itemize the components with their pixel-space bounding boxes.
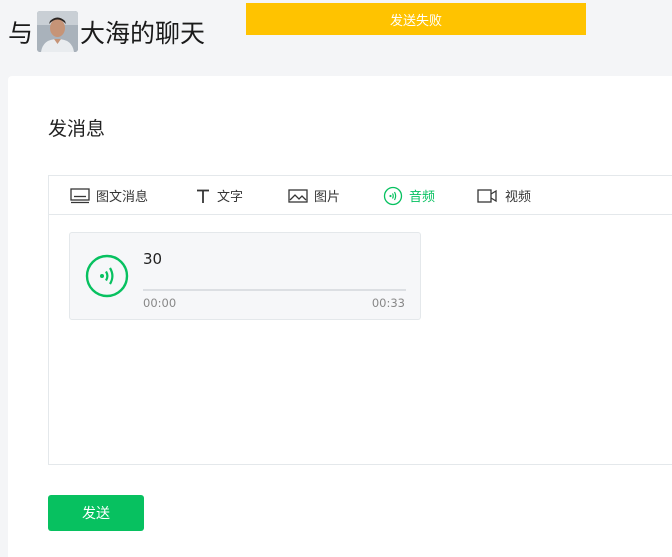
contact-avatar[interactable]: [37, 11, 78, 52]
tab-audio[interactable]: 音频: [383, 176, 435, 215]
tab-label: 音频: [409, 190, 436, 205]
tab-text[interactable]: 文字: [195, 176, 243, 215]
message-editor: 图文消息 文字 图片 音频 视频 30 00:00 00:33: [48, 175, 672, 465]
audio-attachment[interactable]: 30 00:00 00:33: [69, 232, 421, 320]
toast-message: 发送失败: [389, 13, 442, 29]
tab-label: 图片: [314, 190, 341, 205]
send-button[interactable]: 发送: [48, 495, 144, 531]
image-icon: [288, 188, 308, 204]
text-icon: [195, 188, 211, 204]
tab-article[interactable]: 图文消息: [70, 176, 148, 215]
tab-label: 文字: [217, 190, 244, 205]
error-toast: 发送失败: [246, 3, 586, 35]
audio-icon: [383, 186, 403, 206]
message-card: 发消息 图文消息 文字 图片 音频 视频 30 00:00 00:33 发送: [8, 76, 672, 557]
tab-label: 视频: [505, 190, 532, 205]
audio-current-time: 00:00: [143, 296, 177, 310]
video-icon: [477, 188, 499, 204]
audio-progress-bar[interactable]: [143, 289, 406, 291]
audio-title: 30: [143, 250, 163, 268]
audio-duration: 00:33: [371, 296, 405, 310]
article-icon: [70, 187, 90, 204]
play-audio-icon[interactable]: [85, 254, 129, 298]
tab-label: 图文消息: [96, 190, 149, 205]
section-title: 发消息: [48, 118, 106, 140]
contact-name: 大海的聊天: [80, 19, 206, 48]
message-type-tabs: 图文消息 文字 图片 音频 视频: [49, 176, 672, 215]
tab-video[interactable]: 视频: [477, 176, 531, 215]
tab-image[interactable]: 图片: [288, 176, 340, 215]
title-prefix: 与: [8, 19, 34, 48]
